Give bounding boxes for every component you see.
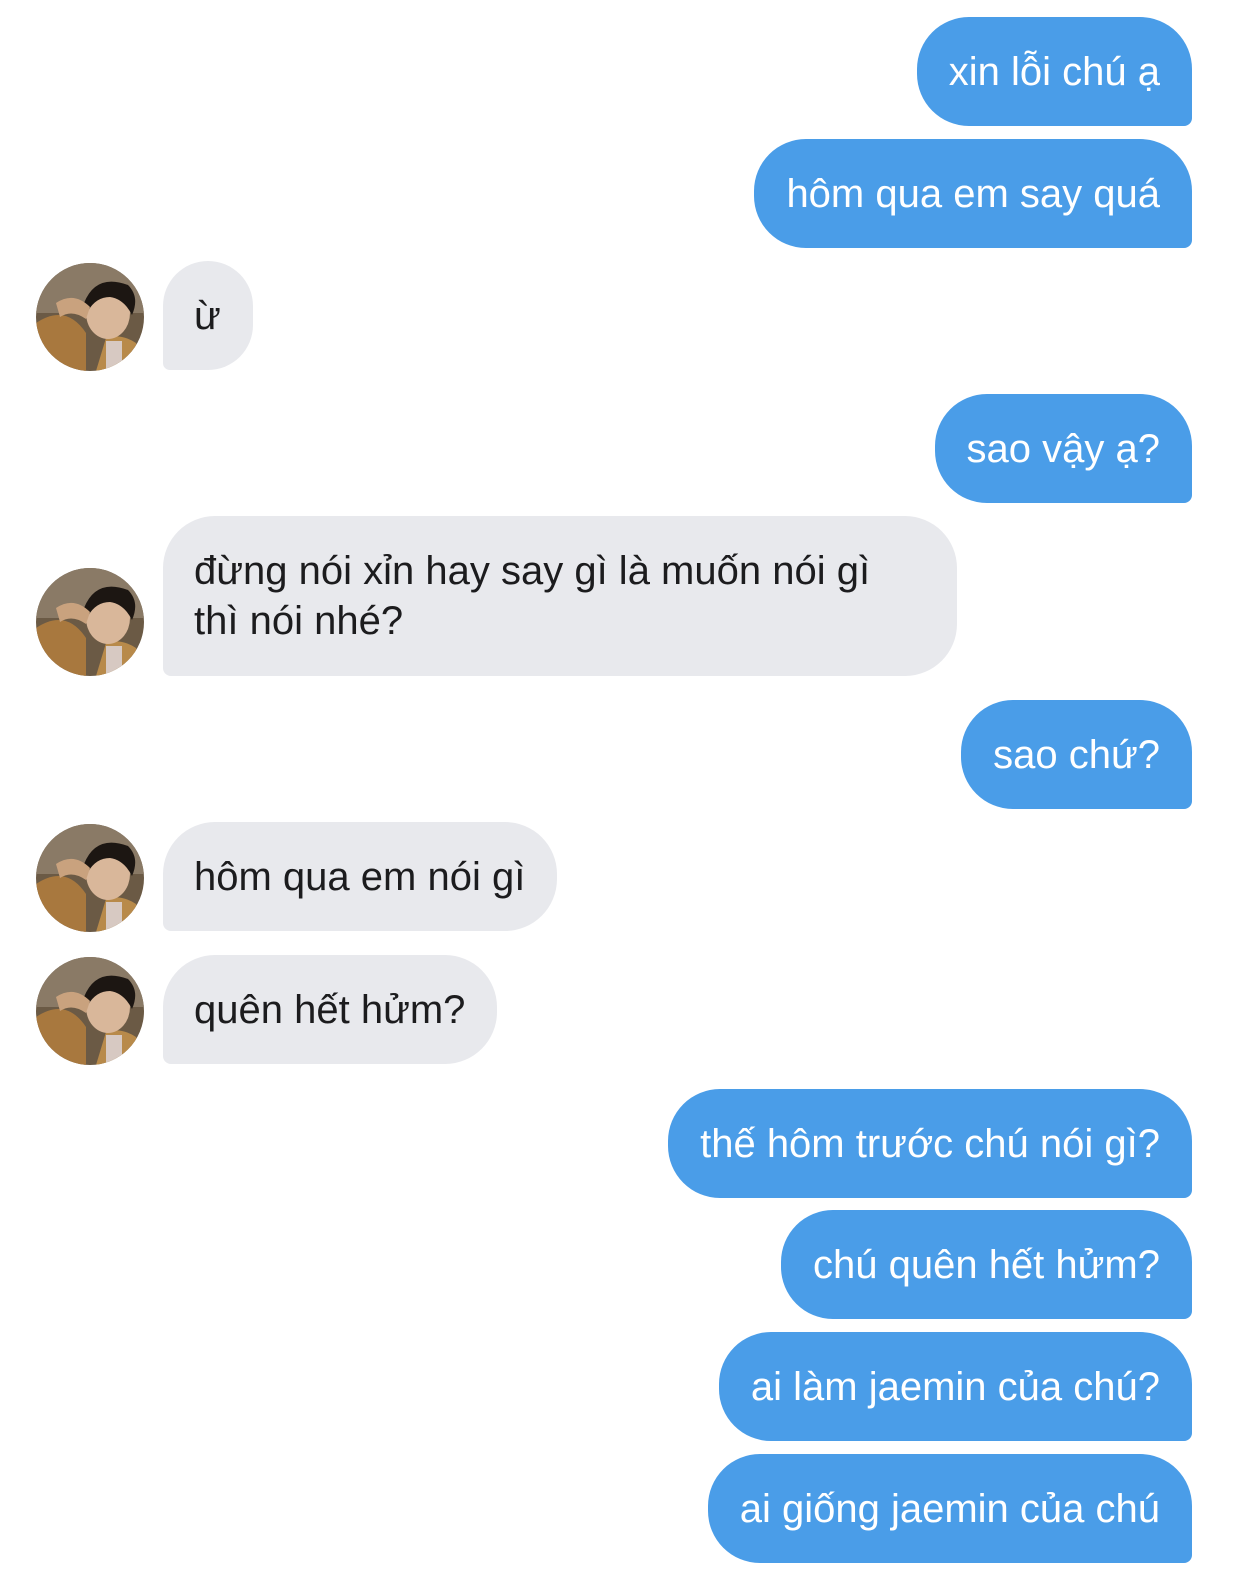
message-text: đừng nói xỉn hay say gì là muốn nói gì t… <box>194 549 871 643</box>
contact-avatar[interactable] <box>36 957 144 1065</box>
message-text: hôm qua em say quá <box>786 171 1160 216</box>
contact-avatar[interactable] <box>36 568 144 676</box>
message-text: quên hết hửm? <box>194 987 466 1032</box>
message-text: chú quên hết hửm? <box>812 1242 1160 1287</box>
incoming-message-bubble[interactable]: ừ <box>163 261 253 370</box>
incoming-message-bubble[interactable]: hôm qua em nói gì <box>163 822 558 931</box>
message-text: ừ <box>194 293 221 338</box>
contact-avatar[interactable] <box>36 824 144 932</box>
incoming-message-bubble[interactable]: quên hết hửm? <box>163 955 498 1064</box>
outgoing-message-bubble[interactable]: ai làm jaemin của chú? <box>718 1332 1192 1441</box>
incoming-message-bubble[interactable]: đừng nói xỉn hay say gì là muốn nói gì t… <box>163 516 957 676</box>
message-text: thế hôm trước chú nói gì? <box>700 1121 1160 1166</box>
message-text: hôm qua em nói gì <box>194 854 526 899</box>
outgoing-message-bubble[interactable]: thế hôm trước chú nói gì? <box>668 1089 1192 1198</box>
message-text: sao chứ? <box>993 732 1160 777</box>
message-text: sao vậy ạ? <box>966 426 1160 471</box>
contact-avatar[interactable] <box>36 263 144 371</box>
outgoing-message-bubble[interactable]: xin lỗi chú ạ <box>916 17 1192 126</box>
outgoing-message-bubble[interactable]: hôm qua em say quá <box>754 139 1192 248</box>
outgoing-message-bubble[interactable]: sao vậy ạ? <box>934 394 1192 503</box>
message-text: ai làm jaemin của chú? <box>750 1364 1160 1409</box>
outgoing-message-bubble[interactable]: ai giống jaemin của chú <box>707 1454 1192 1563</box>
outgoing-message-bubble[interactable]: chú quên hết hửm? <box>780 1210 1192 1319</box>
outgoing-message-bubble[interactable]: sao chứ? <box>961 700 1192 809</box>
message-text: ai giống jaemin của chú <box>739 1486 1160 1531</box>
message-text: xin lỗi chú ạ <box>948 49 1160 94</box>
